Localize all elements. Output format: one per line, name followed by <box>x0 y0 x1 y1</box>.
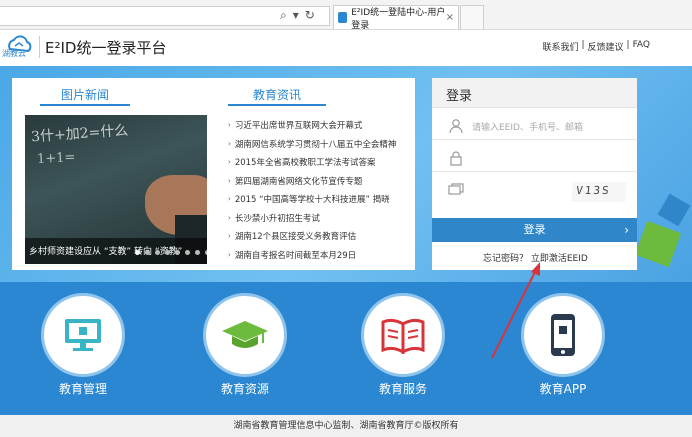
faq-link[interactable]: FAQ <box>633 40 650 53</box>
feedback-link[interactable]: 反馈建议 <box>588 40 624 53</box>
news-item-title: 2015 “中国高等学校十大科技进展” 揭晓 <box>234 195 390 206</box>
news-photo-carousel[interactable]: 3什+加2=什么 1+1= 乡村师资建设应从 “支教” 转向 “资教” <box>25 115 207 264</box>
service-circle <box>203 293 287 377</box>
bullet-arrow-icon: › <box>228 139 231 148</box>
login-title: 登录 <box>432 78 637 108</box>
carousel-dot[interactable] <box>155 250 160 255</box>
service-edu-app[interactable]: 教育APP <box>520 293 606 397</box>
contact-us-link[interactable]: 联系我们 <box>542 40 578 53</box>
service-edu-services[interactable]: 教育服务 <box>360 293 446 397</box>
header-divider <box>39 36 40 58</box>
news-panel: 图片新闻 教育资讯 3什+加2=什么 1+1= 乡村师资建设应从 “支教” 转向… <box>12 78 415 270</box>
login-button[interactable]: 登录 › <box>432 218 637 242</box>
news-item-title: 湖南12个县区接受义务教育评估 <box>234 232 357 243</box>
footer: 湖南省教育管理信息中心监制、湖南省教育厅©版权所有 <box>0 415 692 437</box>
news-item-title: 习近平出席世界互联网大会开幕式 <box>234 121 363 132</box>
monitor-icon <box>65 319 101 351</box>
list-item[interactable]: › 湖南12个县区接受义务教育评估 <box>228 227 413 246</box>
news-item-title: 2015年全省高校教职工学法考试答案 <box>234 158 376 169</box>
tab-underline <box>40 104 130 106</box>
service-label: 教育资源 <box>220 382 269 396</box>
carousel-dot[interactable] <box>165 250 170 255</box>
news-item-title: 长沙禁小升初招生考试 <box>234 213 320 224</box>
address-bar-actions: ⌕ ▾ ↻ <box>280 8 315 23</box>
service-circle <box>41 293 125 377</box>
bullet-arrow-icon: › <box>228 158 231 167</box>
tab-underline <box>228 104 326 106</box>
bullet-arrow-icon: › <box>228 232 231 241</box>
list-item[interactable]: › 第四届湖南省网络文化节宣传专题 <box>228 172 413 191</box>
service-circle <box>521 293 605 377</box>
news-item-title: 湖南网信系统学习贯彻十八届五中全会精神 <box>234 139 397 150</box>
carousel-dot[interactable] <box>195 250 200 255</box>
forgot-password-link[interactable]: 忘记密码？ 立即激活EEID <box>483 251 588 264</box>
services-bar: 教育管理 教育资源 教育服务 教育APP <box>0 282 692 415</box>
service-label: 教育服务 <box>378 382 427 396</box>
graduation-cap-icon <box>222 321 268 348</box>
page-title: E²ID统一登录平台 <box>45 39 167 57</box>
service-edu-resources[interactable]: 教育资源 <box>202 293 288 397</box>
password-field[interactable] <box>432 144 637 172</box>
logo-text: 湖教云 <box>2 49 26 58</box>
news-item-title: 湖南自考报名时间截至本月29日 <box>234 250 357 261</box>
bullet-arrow-icon: › <box>228 121 231 130</box>
refresh-icon[interactable]: ↻ <box>305 8 315 23</box>
login-button-label: 登录 <box>523 223 546 236</box>
tab-title: E²ID统一登陆中心-用户登录 <box>351 7 446 31</box>
phone-icon <box>551 314 575 356</box>
list-item[interactable]: › 2015年全省高校教职工学法考试答案 <box>228 153 413 172</box>
chevron-right-icon: › <box>624 223 629 237</box>
tab-close-icon[interactable]: × <box>446 12 454 23</box>
service-label: 教育APP <box>539 382 587 396</box>
browser-chrome: ⌕ ▾ ↻ E²ID统一登陆中心-用户登录 × <box>0 0 692 31</box>
login-panel: 登录 请输入EEID、手机号、邮箱 V13S 登录 › 忘记密码？ 立即激活EE… <box>432 78 637 270</box>
service-circle <box>361 293 445 377</box>
username-field[interactable]: 请输入EEID、手机号、邮箱 <box>432 112 637 140</box>
browser-tab-active[interactable]: E²ID统一登陆中心-用户登录 × <box>333 5 459 31</box>
captcha-field[interactable]: V13S <box>432 176 637 204</box>
list-item[interactable]: › 长沙禁小升初招生考试 <box>228 209 413 228</box>
dropdown-icon[interactable]: ▾ <box>293 8 299 23</box>
carousel-dot[interactable] <box>185 250 190 255</box>
lock-icon <box>450 151 462 166</box>
carousel-dot[interactable] <box>205 250 207 255</box>
tab-picture-news[interactable]: 图片新闻 <box>40 86 130 103</box>
list-item[interactable]: › 湖南网信系统学习贯彻十八届五中全会精神 <box>228 135 413 154</box>
chat-bubble-icon <box>448 183 464 195</box>
bullet-arrow-icon: › <box>228 195 231 204</box>
photo-chalk-text: 3什+加2=什么 <box>30 122 129 146</box>
carousel-dot[interactable] <box>175 250 180 255</box>
username-placeholder: 请输入EEID、手机号、邮箱 <box>472 123 583 133</box>
search-icon[interactable]: ⌕ <box>280 8 287 23</box>
service-edu-management[interactable]: 教育管理 <box>40 293 126 397</box>
carousel-dot[interactable] <box>135 250 140 255</box>
list-item[interactable]: › 湖南自考报名时间截至本月29日 <box>228 246 413 265</box>
new-tab-button[interactable] <box>460 5 484 29</box>
tab-education-news[interactable]: 教育资讯 <box>228 86 326 103</box>
news-item-title: 第四届湖南省网络文化节宣传专题 <box>234 176 363 187</box>
news-list: › 习近平出席世界互联网大会开幕式 › 湖南网信系统学习贯彻十八届五中全会精神 › 2… <box>228 116 413 264</box>
captcha-image[interactable]: V13S <box>570 182 628 202</box>
carousel-dot[interactable] <box>145 250 150 255</box>
link-separator: | <box>626 40 630 50</box>
link-separator: | <box>581 40 585 50</box>
list-item[interactable]: › 2015 “中国高等学校十大科技进展” 揭晓 <box>228 190 413 209</box>
service-label: 教育管理 <box>58 382 107 396</box>
favicon-icon <box>338 12 348 23</box>
bullet-arrow-icon: › <box>228 176 231 185</box>
book-icon <box>381 318 425 354</box>
bullet-arrow-icon: › <box>228 213 231 222</box>
carousel-dots <box>135 250 207 255</box>
site-header: 湖教云 E²ID统一登录平台 联系我们 | 反馈建议 | FAQ <box>0 30 692 66</box>
photo-chalk-text: 1+1= <box>36 150 76 167</box>
user-icon <box>449 119 463 134</box>
bullet-arrow-icon: › <box>228 250 231 259</box>
header-links: 联系我们 | 反馈建议 | FAQ <box>542 40 650 53</box>
list-item[interactable]: › 习近平出席世界互联网大会开幕式 <box>228 116 413 135</box>
